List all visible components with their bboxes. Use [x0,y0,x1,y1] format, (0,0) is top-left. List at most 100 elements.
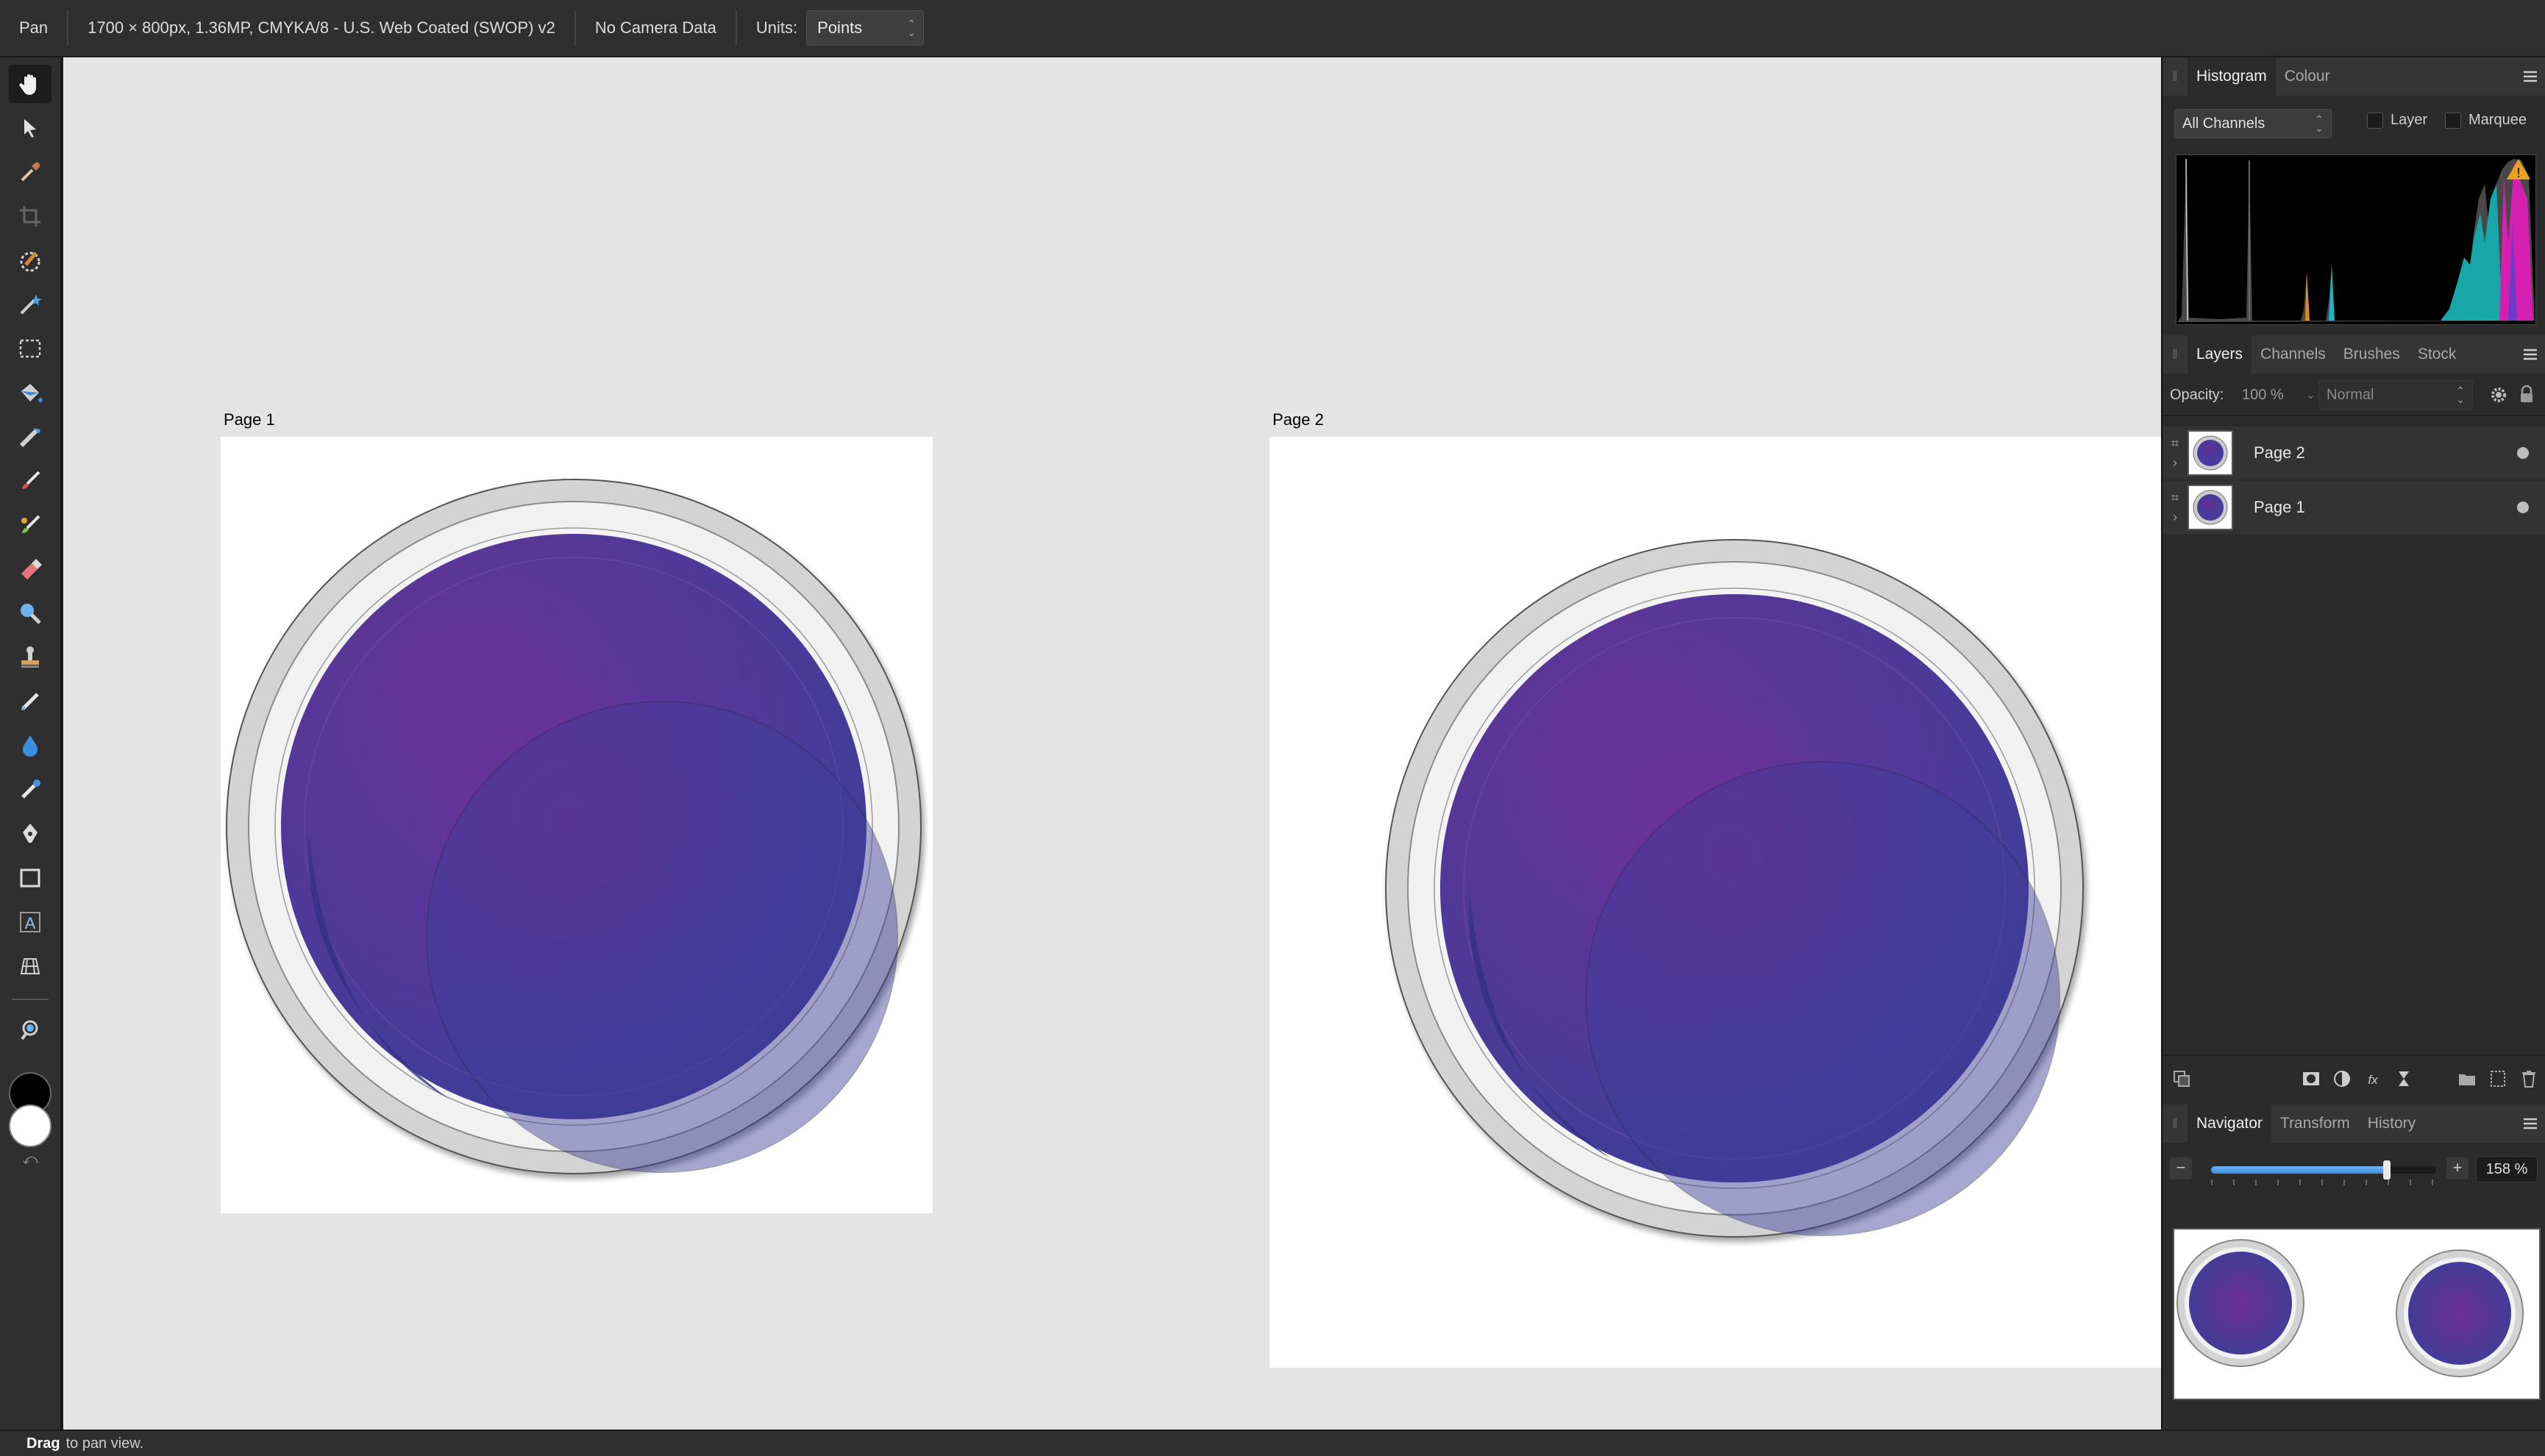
layer-options-button[interactable] [2168,1064,2195,1093]
layer-thumbnail-image [2193,435,2228,471]
dodge-tool[interactable] [9,594,51,632]
expand-chevron-icon[interactable]: › [2173,507,2177,527]
visibility-dot-icon[interactable] [2517,502,2529,513]
svg-text:A: A [25,914,36,932]
live-filter-layer-button[interactable] [2391,1064,2417,1093]
eraser-icon [21,559,42,579]
zoom-slider-ticks [2211,1180,2436,1185]
tab-layers[interactable]: Layers [2188,335,2252,374]
rectangle-icon [20,868,40,888]
secondary-colour-swatch[interactable] [9,1105,51,1147]
blur-brush-tool[interactable] [9,727,51,765]
panel-menu-icon[interactable] [2520,344,2541,365]
clone-brush-tool[interactable] [9,638,51,677]
channel-select[interactable]: All Channels ⌃ ⌄ [2174,109,2332,138]
zoom-value-field[interactable]: 158 % [2476,1156,2538,1182]
red-eye-tool[interactable] [9,771,51,809]
erase-brush-tool[interactable] [9,550,51,588]
layer-thumbnail [2188,430,2233,476]
flood-fill-tool[interactable] [9,374,51,412]
gradient-tool[interactable] [9,418,51,456]
opacity-label: Opacity: [2170,387,2224,403]
swap-colours-icon[interactable]: ⤺ [16,1152,44,1169]
opacity-field[interactable]: 100 % ⌄ [2235,380,2323,410]
layers-tabbar: ‖ Layers Channels Brushes Stock [2163,335,2545,374]
channel-select-value: All Channels [2182,115,2265,132]
page-2[interactable] [1270,437,2161,1368]
hand-icon [19,74,36,95]
navigator-preview[interactable] [2173,1228,2541,1400]
add-pixel-layer-button[interactable] [2485,1064,2511,1093]
tab-colour[interactable]: Colour [2276,57,2339,96]
mask-layer-button[interactable] [2298,1064,2324,1093]
svg-text:fx: fx [2368,1073,2378,1087]
tools-divider [12,999,49,1000]
zoom-controls: − + 158 % [2163,1143,2545,1202]
blend-mode-select[interactable]: Normal ⌃ ⌄ [2318,380,2473,410]
crop-tool[interactable] [9,197,51,235]
layer-row[interactable]: ⌗ › Page 1 [2163,481,2545,534]
red-eye-icon [21,779,40,799]
fx-icon: fx [2368,1073,2378,1087]
tab-history[interactable]: History [2359,1105,2424,1143]
colour-picker-tool[interactable] [9,153,51,191]
navigator-tabbar: ‖ Navigator Transform History [2163,1105,2545,1143]
panel-grip-icon[interactable]: ‖ [2163,335,2188,374]
view-tool[interactable] [9,65,51,103]
mesh-warp-tool[interactable] [9,947,51,985]
units-label: Units: [755,18,798,37]
visibility-dot-icon[interactable] [2517,447,2529,459]
gear-icon[interactable] [2489,385,2508,404]
layer-thumbnail-image [2193,490,2228,525]
zoom-slider-thumb[interactable] [2382,1160,2391,1180]
add-group-button[interactable] [2454,1064,2480,1093]
panel-grip-icon[interactable]: ‖ [2163,57,2188,96]
pen-icon [23,824,38,843]
adjustment-icon [2334,1071,2351,1087]
marquee-checkbox[interactable]: Marquee [2445,112,2527,129]
flood-select-tool[interactable] [9,285,51,324]
page-1[interactable] [221,437,933,1213]
delete-layer-button[interactable] [2516,1064,2542,1093]
zoom-in-button[interactable]: + [2446,1157,2469,1180]
move-tool[interactable] [9,109,51,147]
tab-histogram[interactable]: Histogram [2188,57,2276,96]
zoom-slider-track[interactable] [2211,1160,2436,1180]
tab-stock[interactable]: Stock [2409,335,2466,374]
artistic-text-tool[interactable]: A [9,903,51,941]
folder-icon [2459,1074,2476,1085]
paint-brush-tool[interactable] [9,462,51,500]
adjustment-button[interactable] [2329,1064,2355,1093]
zoom-out-button[interactable]: − [2170,1157,2192,1180]
tab-brushes[interactable]: Brushes [2335,335,2409,374]
zoom-tool[interactable] [9,1010,51,1049]
expand-chevron-icon[interactable]: › [2173,453,2177,472]
layer-name: Page 2 [2254,443,2305,462]
pixel-layer-icon [2491,1071,2506,1087]
rectangular-marquee-tool[interactable] [9,329,51,368]
updown-arrows-icon: ⌃ ⌄ [907,18,916,38]
paint-mixer-tool[interactable] [9,506,51,544]
layer-checkbox[interactable]: Layer [2367,112,2427,129]
brush-icon [22,471,40,489]
status-bar: Drag to pan view. [0,1430,2545,1456]
selection-brush-tool[interactable] [9,241,51,279]
layer-options-icon [2173,1071,2190,1087]
healing-brush-tool[interactable] [9,682,51,721]
document-canvas[interactable]: Page 1 Page 2 [63,57,2161,1430]
rectangle-tool[interactable] [9,859,51,897]
pen-tool[interactable] [9,815,51,853]
units-select[interactable]: Points ⌃ ⌄ [806,10,925,46]
blur-drop-icon [23,735,38,757]
tab-navigator[interactable]: Navigator [2188,1105,2271,1143]
panel-grip-icon[interactable]: ‖ [2163,1105,2188,1143]
panel-menu-icon[interactable] [2520,66,2541,87]
lock-icon[interactable] [2517,384,2536,404]
tab-channels[interactable]: Channels [2252,335,2335,374]
tab-transform[interactable]: Transform [2271,1105,2359,1143]
panel-menu-icon[interactable] [2520,1113,2541,1134]
mask-icon [2303,1072,2320,1085]
live-filters-button[interactable]: fx [2360,1064,2386,1093]
layer-row[interactable]: ⌗ › Page 2 [2163,427,2545,479]
updown-arrows-icon: ⌃ ⌄ [2315,113,2324,134]
